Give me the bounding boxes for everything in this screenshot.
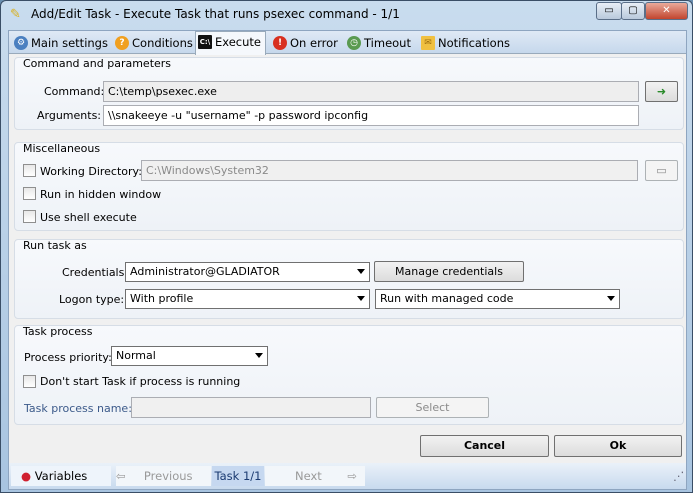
logon-type-select[interactable]: With profile bbox=[125, 289, 370, 309]
tab-label: Main settings bbox=[31, 36, 108, 50]
dont-start-checkbox[interactable] bbox=[23, 375, 36, 388]
variables-label: Variables bbox=[34, 469, 88, 483]
working-directory-checkbox[interactable] bbox=[23, 164, 36, 177]
previous-button[interactable]: ⇦ Previous bbox=[116, 466, 211, 486]
window-title: Add/Edit Task - Execute Task that runs p… bbox=[31, 7, 400, 21]
tab-main-settings[interactable]: ⚙ Main settings bbox=[12, 33, 108, 54]
browse-command-button[interactable]: ➜ bbox=[645, 81, 678, 102]
chevron-down-icon bbox=[255, 353, 263, 358]
hidden-window-label: Run in hidden window bbox=[40, 188, 162, 201]
status-bar: ● Variables ⇦ Previous Task 1/1 Next ⇨ ⋰ bbox=[9, 463, 686, 489]
process-name-input[interactable] bbox=[131, 397, 371, 418]
tab-bar: ⚙ Main settings ? Conditions C:\ Execute ! O… bbox=[9, 31, 686, 55]
chevron-down-icon bbox=[357, 296, 365, 301]
run-as-group: Run task as Credentials: Administrator@G… bbox=[14, 239, 684, 319]
browse-folder-button[interactable]: ▭ bbox=[645, 160, 678, 181]
misc-group: Miscellaneous Working Directory: C:\Wind… bbox=[14, 142, 684, 231]
ok-button[interactable]: Ok bbox=[554, 435, 682, 457]
variables-button[interactable]: ● Variables bbox=[11, 466, 111, 486]
previous-label: Previous bbox=[143, 469, 193, 483]
task-counter: Task 1/1 bbox=[212, 466, 264, 486]
dot-icon: ● bbox=[21, 469, 32, 483]
group-title: Miscellaneous bbox=[23, 142, 101, 155]
arrow-right-icon: ⇨ bbox=[347, 469, 358, 483]
logon-type-label: Logon type: bbox=[59, 293, 125, 306]
hidden-window-checkbox[interactable] bbox=[23, 187, 36, 200]
tab-label: On error bbox=[290, 36, 338, 50]
command-group: Command and parameters Command: C:\temp\… bbox=[14, 57, 684, 130]
minimize-button[interactable]: ▭ bbox=[596, 2, 622, 20]
credentials-label: Credentials: bbox=[62, 266, 129, 279]
tab-notifications[interactable]: ✉ Notifications bbox=[419, 33, 510, 54]
dont-start-label: Don't start Task if process is running bbox=[40, 375, 241, 388]
console-icon: C:\ bbox=[198, 35, 212, 49]
next-label: Next bbox=[295, 469, 322, 483]
tab-label: Timeout bbox=[364, 36, 411, 50]
arguments-input[interactable]: \\snakeeye -u "username" -p password ipc… bbox=[103, 105, 639, 126]
pencil-icon: ✎ bbox=[10, 7, 21, 22]
tab-timeout[interactable]: ◷ Timeout bbox=[345, 33, 411, 54]
tab-conditions[interactable]: ? Conditions bbox=[113, 33, 193, 54]
group-title: Command and parameters bbox=[23, 57, 172, 70]
maximize-button[interactable]: ▢ bbox=[621, 2, 645, 20]
code-mode-select[interactable]: Run with managed code bbox=[375, 289, 620, 309]
chevron-down-icon bbox=[607, 296, 615, 301]
group-title: Task process bbox=[23, 325, 93, 338]
cancel-button[interactable]: Cancel bbox=[420, 435, 549, 457]
working-directory-input[interactable]: C:\Windows\System32 bbox=[141, 160, 638, 181]
process-priority-label: Process priority: bbox=[24, 351, 112, 364]
arrow-left-icon: ⇦ bbox=[116, 469, 126, 483]
select-value: Administrator@GLADIATOR bbox=[130, 265, 280, 278]
dialog-client: ⚙ Main settings ? Conditions C:\ Execute ! O… bbox=[8, 30, 687, 490]
select-process-button[interactable]: Select bbox=[376, 397, 489, 418]
process-priority-select[interactable]: Normal bbox=[111, 346, 268, 366]
tab-execute[interactable]: C:\ Execute bbox=[195, 31, 266, 55]
close-button[interactable]: ✕ bbox=[645, 2, 688, 20]
tab-label: Conditions bbox=[132, 36, 193, 50]
folder-icon: ▭ bbox=[656, 164, 667, 177]
arguments-label: Arguments: bbox=[37, 109, 102, 122]
error-icon: ! bbox=[273, 36, 287, 50]
dialog-window: ✎ Add/Edit Task - Execute Task that runs… bbox=[0, 0, 693, 493]
command-label: Command: bbox=[44, 85, 105, 98]
command-input[interactable]: C:\temp\psexec.exe bbox=[103, 81, 639, 102]
select-value: Normal bbox=[116, 349, 156, 362]
group-title: Run task as bbox=[23, 239, 87, 252]
tab-label: Notifications bbox=[438, 36, 510, 50]
manage-credentials-button[interactable]: Manage credentials bbox=[374, 261, 524, 282]
credentials-select[interactable]: Administrator@GLADIATOR bbox=[125, 262, 370, 282]
question-icon: ? bbox=[115, 36, 129, 50]
resize-grip-icon[interactable]: ⋰ bbox=[673, 466, 685, 486]
task-process-group: Task process Process priority: Normal Do… bbox=[14, 325, 684, 425]
clock-icon: ◷ bbox=[347, 36, 361, 50]
next-button[interactable]: Next ⇨ bbox=[265, 466, 365, 486]
select-value: With profile bbox=[130, 292, 194, 305]
import-arrow-icon: ➜ bbox=[656, 85, 667, 98]
working-directory-label: Working Directory: bbox=[40, 165, 142, 178]
process-name-label: Task process name: bbox=[24, 402, 132, 415]
tab-on-error[interactable]: ! On error bbox=[271, 33, 338, 54]
chevron-down-icon bbox=[357, 269, 365, 274]
shell-execute-checkbox[interactable] bbox=[23, 210, 36, 223]
tab-label: Execute bbox=[215, 35, 261, 49]
gear-icon: ⚙ bbox=[14, 36, 28, 50]
shell-execute-label: Use shell execute bbox=[40, 211, 137, 224]
select-value: Run with managed code bbox=[380, 292, 514, 305]
mail-icon: ✉ bbox=[421, 36, 435, 50]
